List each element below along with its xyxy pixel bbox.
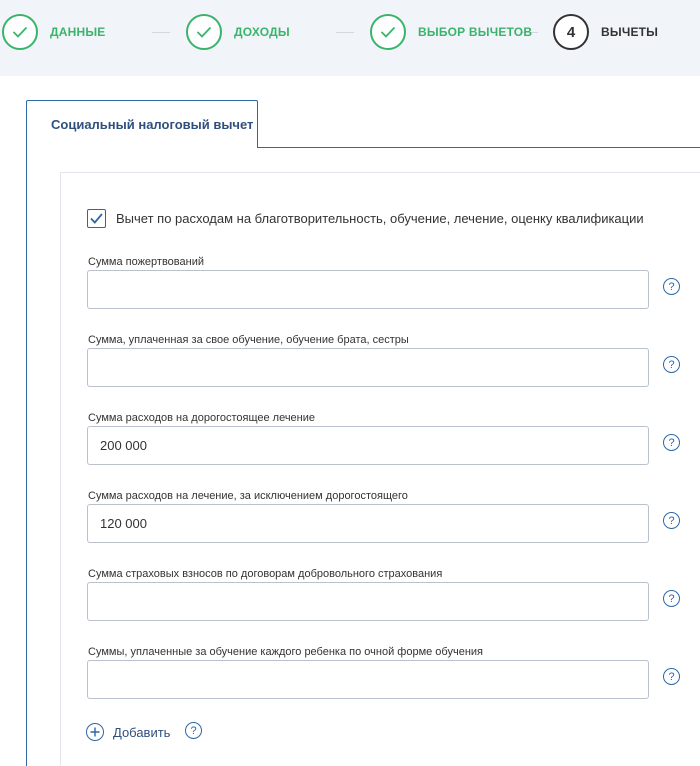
step-number-badge: 4 [553, 14, 589, 50]
expensive-treatment-input[interactable] [87, 426, 649, 465]
field-label-own-education: Сумма, уплаченная за свое обучение, обуч… [88, 334, 409, 346]
step-deductions[interactable]: 4 ВЫЧЕТЫ [553, 12, 658, 52]
step-label: ДОХОДЫ [234, 25, 290, 39]
step-connector [152, 32, 170, 33]
check-icon [370, 14, 406, 50]
progress-stepper: ДАННЫЕ ДОХОДЫ ВЫБОР ВЫЧЕТОВ 4 ВЫЧЕТЫ [0, 0, 700, 76]
tab-divider [258, 147, 700, 148]
field-label-child-education: Суммы, уплаченные за обучение каждого ре… [88, 646, 484, 658]
plus-icon [86, 723, 104, 741]
tab-panel-border [26, 147, 27, 766]
deduction-checkbox-label[interactable]: Вычет по расходам на благотворительность… [116, 211, 644, 226]
own-education-input[interactable] [87, 348, 649, 387]
treatment-input[interactable] [87, 504, 649, 543]
help-icon[interactable]: ? [663, 668, 680, 685]
add-button[interactable]: Добавить [86, 722, 170, 742]
step-connector [336, 32, 354, 33]
help-icon[interactable]: ? [663, 278, 680, 295]
help-icon[interactable]: ? [663, 434, 680, 451]
field-label-donations: Сумма пожертвований [88, 256, 204, 268]
help-icon[interactable]: ? [663, 590, 680, 607]
check-icon [2, 14, 38, 50]
check-icon [186, 14, 222, 50]
add-button-label: Добавить [113, 724, 171, 740]
tab-label: Социальный налоговый вычет [51, 117, 254, 132]
tab-social-deduction[interactable]: Социальный налоговый вычет [26, 100, 258, 148]
field-label-expensive-treatment: Сумма расходов на дорогостоящее лечение [88, 412, 316, 424]
help-icon[interactable]: ? [663, 356, 680, 373]
deduction-checkbox[interactable] [87, 209, 106, 228]
step-label: ДАННЫЕ [50, 25, 106, 39]
field-label-insurance: Сумма страховых взносов по договорам доб… [88, 568, 443, 580]
step-label: ВЫБОР ВЫЧЕТОВ [418, 25, 533, 39]
help-icon[interactable]: ? [185, 722, 202, 739]
child-education-input[interactable] [87, 660, 649, 699]
step-data[interactable]: ДАННЫЕ [2, 12, 106, 52]
field-label-treatment: Сумма расходов на лечение, за исключение… [88, 490, 408, 502]
insurance-input[interactable] [87, 582, 649, 621]
checkmark-icon [90, 213, 103, 224]
step-number: 4 [566, 23, 576, 41]
step-deduction-choice[interactable]: ВЫБОР ВЫЧЕТОВ [370, 12, 532, 52]
step-income[interactable]: ДОХОДЫ [186, 12, 290, 52]
donations-input[interactable] [87, 270, 649, 309]
help-icon[interactable]: ? [663, 512, 680, 529]
step-label: ВЫЧЕТЫ [601, 25, 659, 39]
